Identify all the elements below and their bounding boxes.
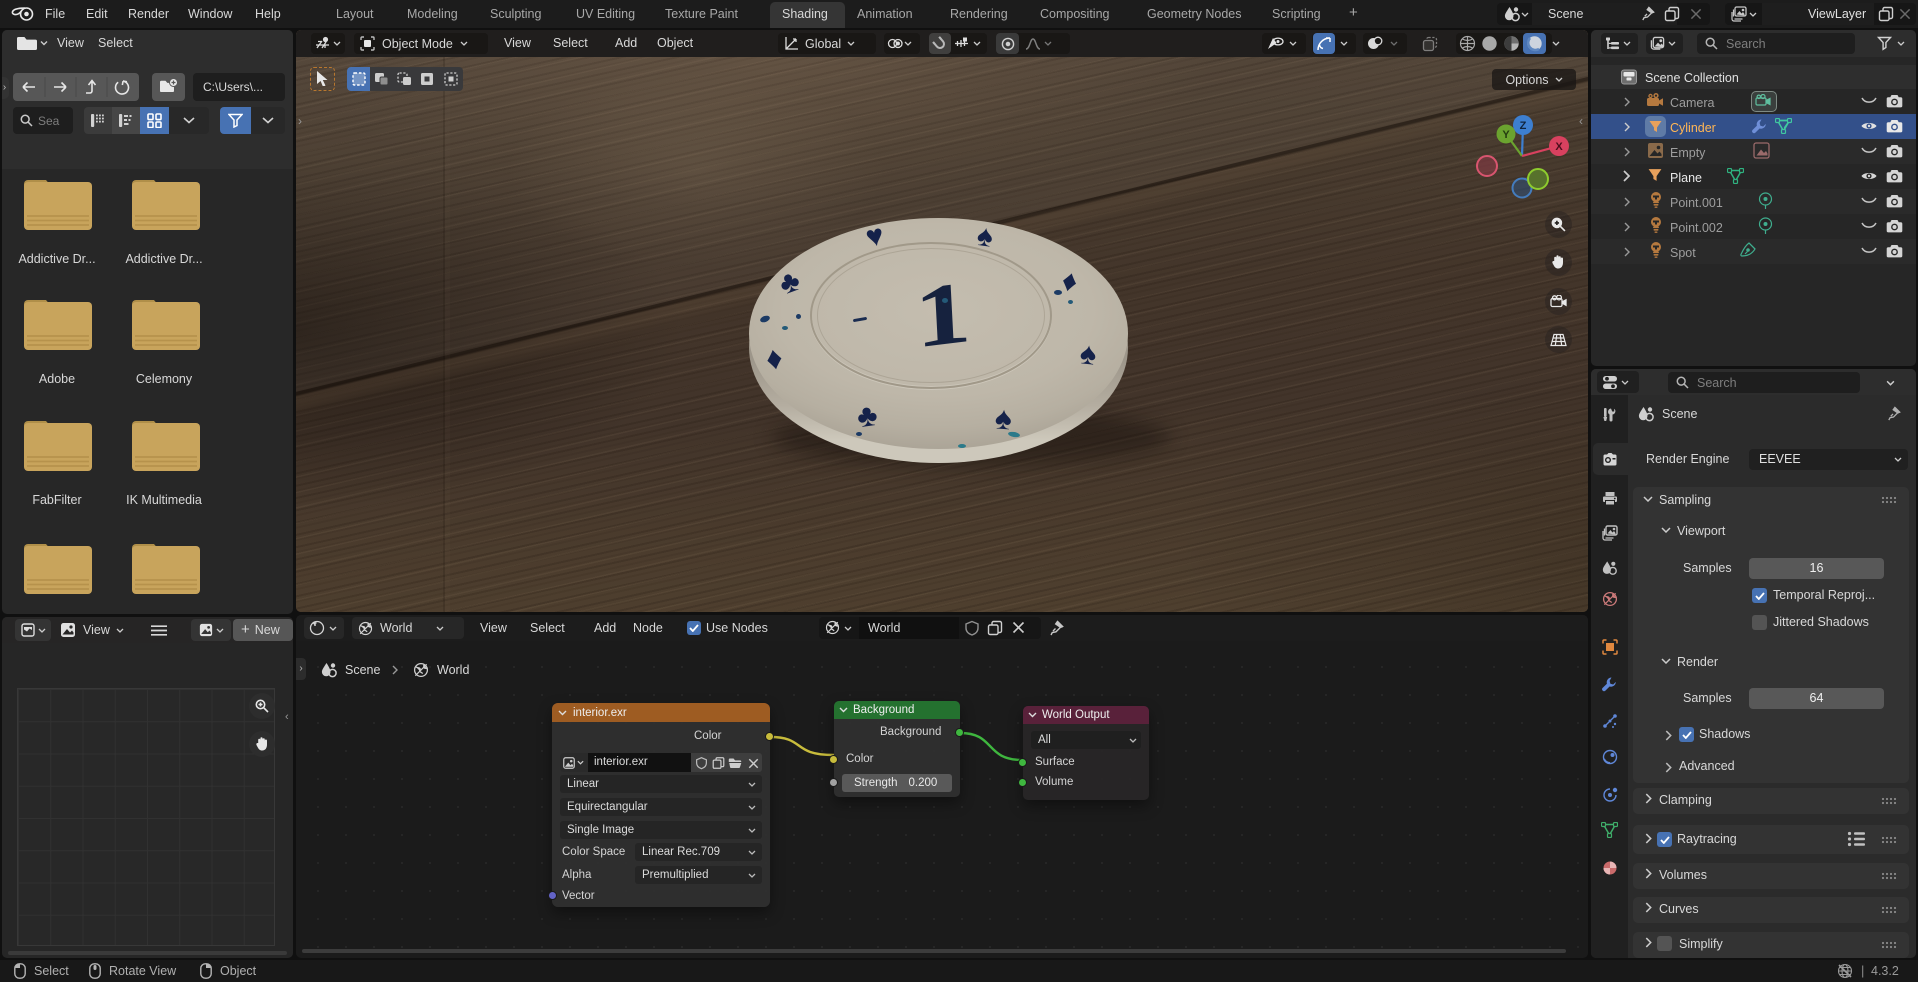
- svg-text:X: X: [1555, 141, 1563, 153]
- svg-text:Z: Z: [1520, 120, 1527, 132]
- svg-text:Y: Y: [1502, 129, 1510, 141]
